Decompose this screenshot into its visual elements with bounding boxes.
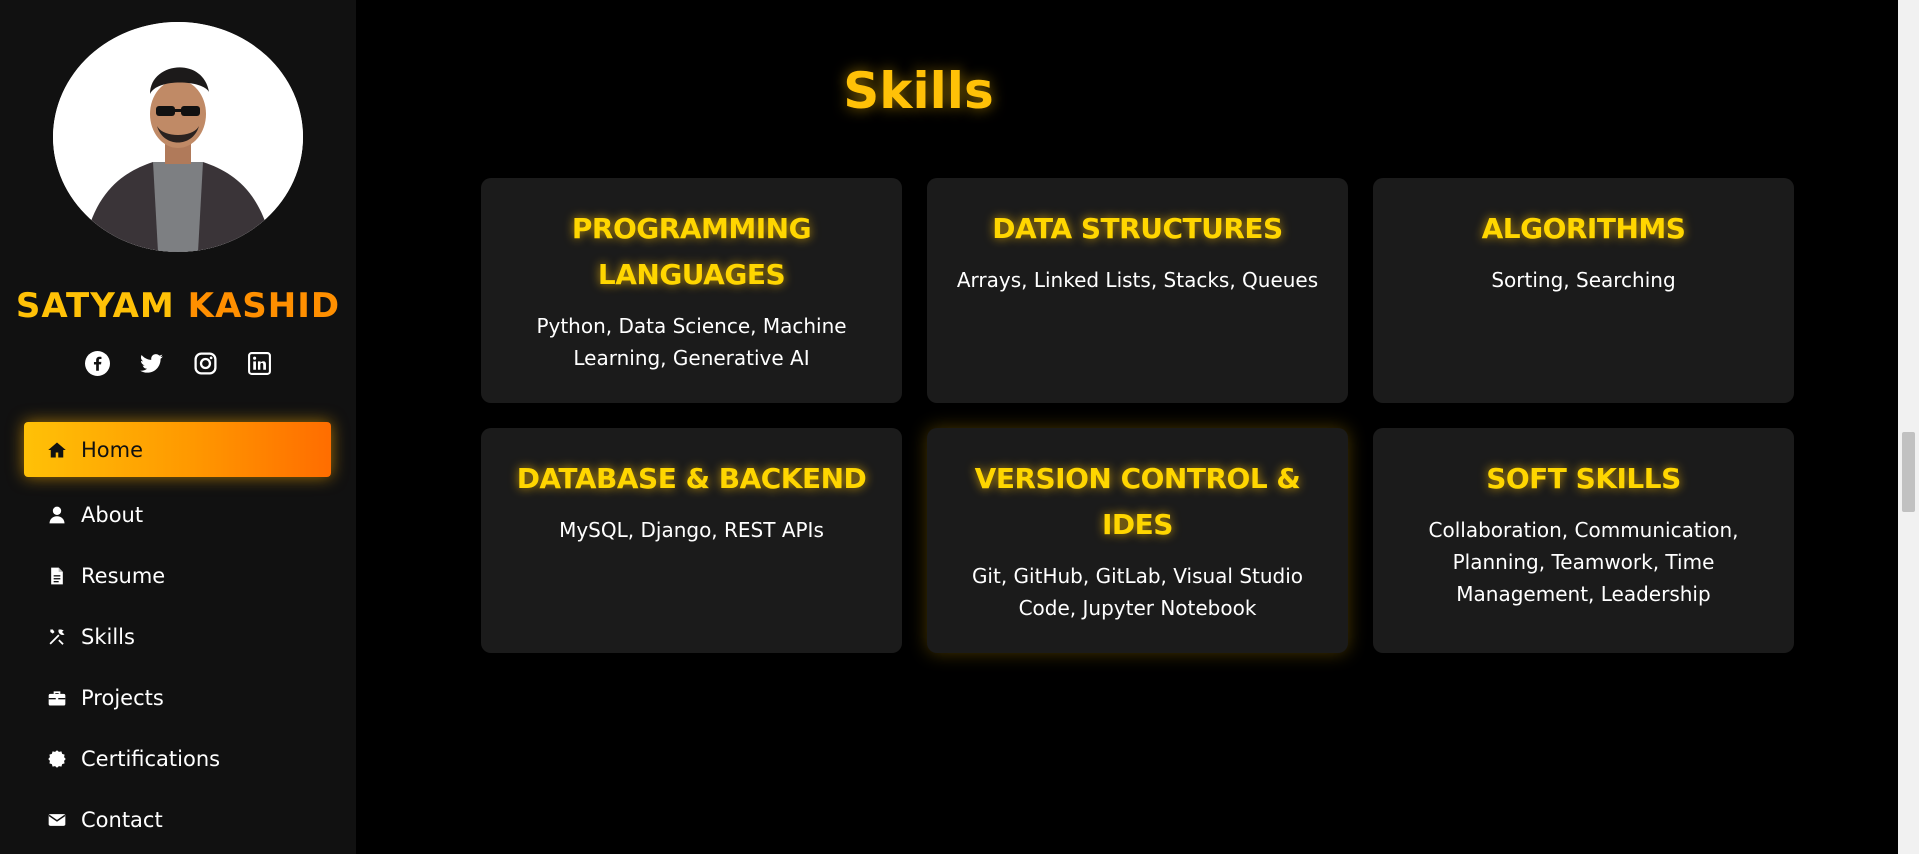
nav-label-skills: Skills bbox=[81, 624, 135, 649]
skill-card-text: Git, GitHub, GitLab, Visual Studio Code,… bbox=[971, 564, 1304, 620]
sidebar: SATYAM KASHID Home About Resume Skills P… bbox=[0, 0, 356, 854]
skill-card-title: ALGORITHMS bbox=[1481, 212, 1686, 245]
skill-card-text: Arrays, Linked Lists, Stacks, Queues bbox=[956, 268, 1319, 292]
page-scrollbar[interactable] bbox=[1898, 0, 1919, 854]
nav-label-contact: Contact bbox=[81, 807, 163, 832]
profile-name-last: KASHID bbox=[187, 286, 341, 326]
linkedin-link[interactable] bbox=[246, 350, 272, 376]
skill-card-title: DATA STRUCTURES bbox=[992, 212, 1283, 245]
nav-item-home[interactable]: Home bbox=[24, 422, 331, 477]
skill-card-text: MySQL, Django, REST APIs bbox=[559, 518, 824, 542]
twitter-icon bbox=[139, 353, 163, 373]
skill-card-text: Sorting, Searching bbox=[1491, 268, 1676, 292]
nav-item-about[interactable]: About bbox=[24, 487, 331, 542]
profile-name: SATYAM KASHID bbox=[0, 286, 356, 326]
envelope-icon bbox=[47, 810, 67, 830]
skill-card-text: Python, Data Science, Machine Learning, … bbox=[536, 314, 847, 370]
profile-photo bbox=[53, 22, 303, 252]
skill-card: DATA STRUCTURES Arrays, Linked Lists, St… bbox=[927, 178, 1348, 403]
facebook-link[interactable] bbox=[84, 350, 110, 376]
avatar bbox=[53, 22, 303, 252]
skill-card-title: PROGRAMMING LANGUAGES bbox=[571, 212, 812, 291]
skill-card-title: SOFT SKILLS bbox=[1486, 462, 1681, 495]
briefcase-icon bbox=[47, 688, 67, 708]
skill-card-title: VERSION CONTROL & IDES bbox=[974, 462, 1301, 541]
profile-name-first: SATYAM bbox=[15, 286, 175, 326]
user-icon bbox=[47, 505, 67, 525]
certificate-icon bbox=[47, 749, 67, 769]
linkedin-icon bbox=[247, 351, 271, 375]
section-title-text: Skills bbox=[843, 62, 994, 120]
skill-card: ALGORITHMS Sorting, Searching bbox=[1373, 178, 1794, 403]
facebook-icon bbox=[84, 350, 110, 376]
skill-card: VERSION CONTROL & IDES Git, GitHub, GitL… bbox=[927, 428, 1348, 653]
skill-card: DATABASE & BACKEND MySQL, Django, REST A… bbox=[481, 428, 902, 653]
nav-item-certifications[interactable]: Certifications bbox=[24, 731, 331, 786]
nav-item-resume[interactable]: Resume bbox=[24, 548, 331, 603]
file-icon bbox=[47, 566, 67, 586]
nav-label-about: About bbox=[81, 502, 144, 527]
twitter-link[interactable] bbox=[138, 350, 164, 376]
tools-icon bbox=[47, 627, 67, 647]
skill-card-text: Collaboration, Communication, Planning, … bbox=[1428, 518, 1739, 606]
nav-item-skills[interactable]: Skills bbox=[24, 609, 331, 664]
skill-card-title: DATABASE & BACKEND bbox=[516, 462, 867, 495]
social-links bbox=[0, 350, 356, 376]
nav-label-projects: Projects bbox=[81, 685, 164, 710]
nav-label-home: Home bbox=[81, 437, 144, 462]
skill-card: PROGRAMMING LANGUAGES Python, Data Scien… bbox=[481, 178, 902, 403]
nav-label-resume: Resume bbox=[81, 563, 166, 588]
nav-label-certifications: Certifications bbox=[81, 746, 221, 771]
nav-item-projects[interactable]: Projects bbox=[24, 670, 331, 725]
home-icon bbox=[47, 440, 67, 460]
nav-item-contact[interactable]: Contact bbox=[24, 792, 331, 847]
instagram-icon bbox=[193, 351, 217, 375]
main-nav: Home About Resume Skills Projects Certif… bbox=[24, 422, 331, 853]
skills-grid: PROGRAMMING LANGUAGES Python, Data Scien… bbox=[481, 178, 1794, 653]
section-title: Skills bbox=[356, 62, 1919, 120]
skill-card: SOFT SKILLS Collaboration, Communication… bbox=[1373, 428, 1794, 653]
instagram-link[interactable] bbox=[192, 350, 218, 376]
scrollbar-thumb[interactable] bbox=[1902, 432, 1915, 512]
